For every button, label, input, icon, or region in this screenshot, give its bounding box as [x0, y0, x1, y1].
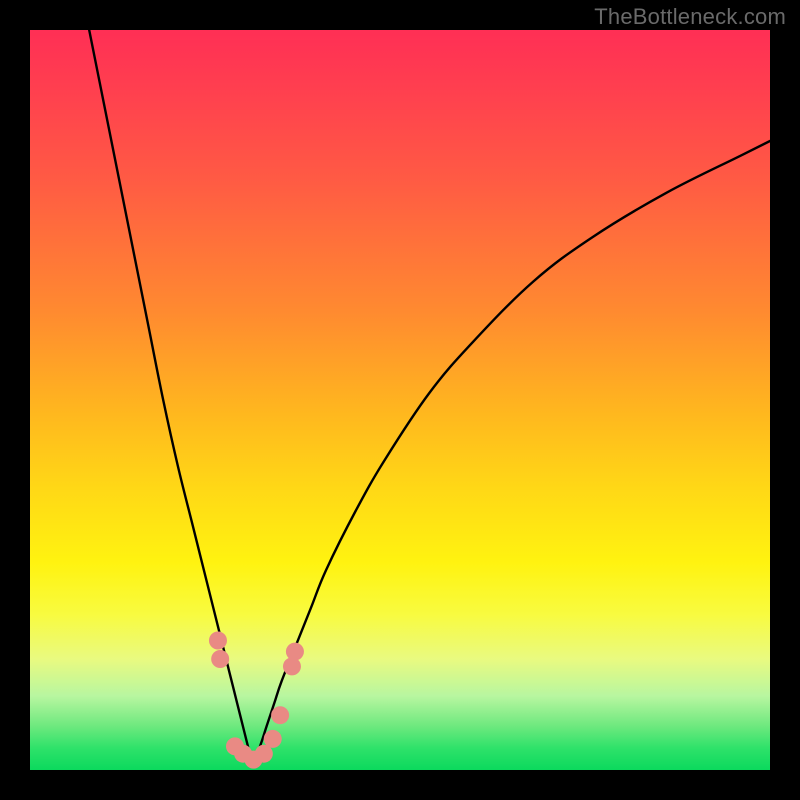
highlight-dot: [283, 657, 301, 675]
highlight-markers: [30, 30, 770, 770]
highlight-dot: [211, 650, 229, 668]
highlight-dot: [271, 706, 289, 724]
plot-area: [30, 30, 770, 770]
highlight-dot: [286, 643, 304, 661]
highlight-dot: [264, 730, 282, 748]
watermark-text: TheBottleneck.com: [594, 4, 786, 30]
highlight-dot: [209, 632, 227, 650]
chart-frame: TheBottleneck.com: [0, 0, 800, 800]
